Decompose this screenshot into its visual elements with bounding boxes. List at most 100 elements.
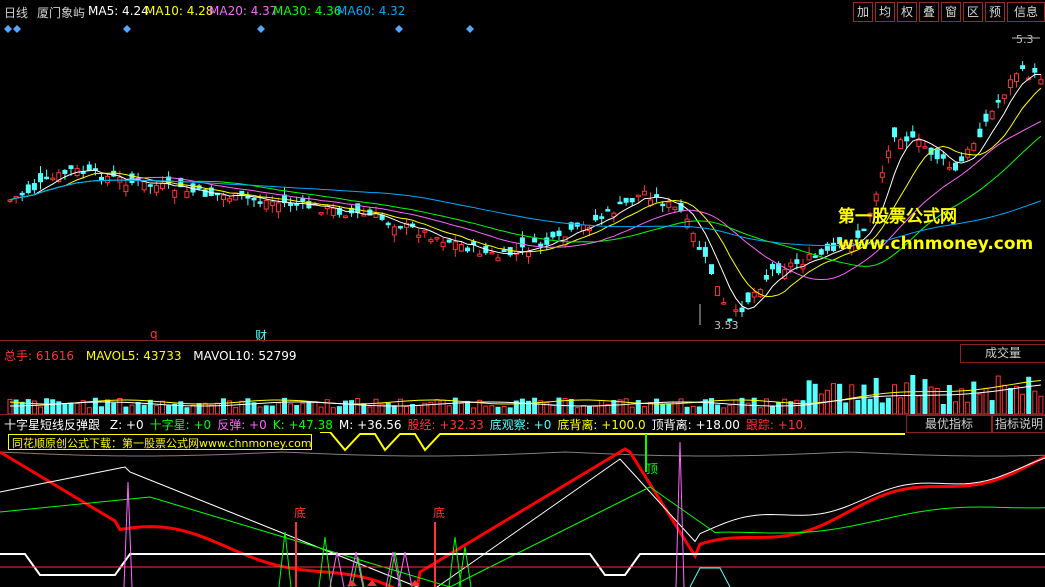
volume-bar <box>208 404 214 414</box>
volume-bar <box>678 398 684 414</box>
indicator-chart[interactable] <box>0 432 1045 587</box>
candle-body <box>391 226 397 236</box>
volume-bar <box>458 402 464 414</box>
candle-body <box>465 247 470 252</box>
signal-diamond-icon[interactable] <box>257 25 265 33</box>
signal-diamond-icon[interactable] <box>4 25 12 33</box>
candle-body <box>989 110 995 120</box>
green-spike <box>278 531 292 587</box>
toolbar-average-button[interactable]: 均 <box>875 2 895 22</box>
candle-body <box>623 197 629 203</box>
volume-bar <box>519 398 525 414</box>
volume-chart[interactable] <box>0 362 1045 414</box>
volume-bar <box>343 400 348 414</box>
volume-bar <box>416 404 422 414</box>
candle-body <box>910 131 916 138</box>
indicator-item-5: 股经: +32.33 <box>407 418 484 432</box>
signal-diamond-icon[interactable] <box>123 25 131 33</box>
candle-body <box>440 241 446 248</box>
watermark-url: www.chnmoney.com <box>838 234 1034 254</box>
candle-body <box>995 100 1001 103</box>
volume-bar <box>684 406 690 414</box>
volume-bar <box>239 400 245 414</box>
candle-body <box>666 201 672 208</box>
pane-divider <box>0 414 1045 415</box>
candle-body <box>831 242 836 251</box>
volume-bar <box>812 383 818 414</box>
volume-tab[interactable]: 成交量 <box>960 344 1045 363</box>
candle-body <box>227 198 233 202</box>
candle-body <box>397 225 403 229</box>
candle-body <box>86 164 92 171</box>
candle-body <box>221 194 226 201</box>
candle-body <box>812 255 818 259</box>
volume-bar <box>580 405 586 414</box>
ma5-line <box>9 73 1041 310</box>
signal-diamond-icon[interactable] <box>466 25 474 33</box>
indicator-item-4: M: +36.56 <box>338 418 402 432</box>
volume-bar <box>251 402 257 414</box>
indicator-item-2: 反弹: +0 <box>217 418 267 432</box>
candle-body <box>526 251 531 258</box>
volume-bar <box>123 406 129 414</box>
volume-bar <box>885 397 891 414</box>
volume-bar <box>989 400 995 414</box>
stock-name: 厦门象屿 <box>37 6 86 20</box>
volume-bar <box>794 399 800 414</box>
volume-bar <box>404 406 409 414</box>
volume-bar <box>135 402 141 414</box>
signal-diamond-icon[interactable] <box>395 25 403 33</box>
price-chart[interactable] <box>0 22 1045 340</box>
volume-bar <box>1007 388 1013 414</box>
volume-bar <box>62 403 68 414</box>
candle-body <box>977 128 983 138</box>
period-label[interactable]: 日线 <box>4 4 28 21</box>
candle-body <box>593 214 599 221</box>
candle-body <box>770 263 775 270</box>
volume-bar <box>739 397 745 414</box>
toolbar-window-button[interactable]: 窗 <box>941 2 961 22</box>
high-price-label: 5.3 <box>1016 33 1034 46</box>
green-curve <box>0 486 1045 587</box>
volume-bar <box>946 384 952 414</box>
ma30-value: MA30: 4.36 <box>273 4 342 18</box>
candle-body <box>50 177 56 181</box>
toolbar-add-button[interactable]: 加 <box>853 2 873 22</box>
toolbar-rights-button[interactable]: 权 <box>897 2 917 22</box>
volume-bar <box>898 397 904 414</box>
candle-body <box>263 200 269 210</box>
toolbar-overlay-button[interactable]: 叠 <box>919 2 939 22</box>
candle-body <box>385 222 391 226</box>
candle-body <box>68 165 74 170</box>
volume-bar <box>1026 376 1032 414</box>
event-marker-finance[interactable]: 财 <box>255 327 267 344</box>
toolbar-info-button[interactable]: 信息 <box>1007 2 1045 22</box>
candle-body <box>471 241 477 246</box>
candle-body <box>556 230 562 237</box>
best-indicator-tab[interactable]: 最优指标 <box>906 415 992 433</box>
volume-bar <box>19 401 25 414</box>
volume-bar <box>214 402 220 414</box>
candle-body <box>31 183 37 191</box>
event-marker-q[interactable]: q <box>150 327 158 341</box>
volume-bar <box>355 397 361 414</box>
indicator-name[interactable]: 十字星短线反弹跟 <box>4 418 100 432</box>
volume-bar <box>568 399 574 414</box>
candle-body <box>428 239 434 243</box>
cyan-box <box>689 567 731 587</box>
volume-bar <box>446 405 452 414</box>
volume-bar <box>196 403 202 414</box>
toolbar-forecast-button[interactable]: 预 <box>985 2 1005 22</box>
toolbar-range-button[interactable]: 区 <box>963 2 983 22</box>
volume-bar <box>312 401 318 414</box>
signal-diamond-icon[interactable] <box>13 25 21 33</box>
indicator-explain-tab[interactable]: 指标说明 <box>992 415 1045 433</box>
pane-divider <box>0 340 1045 341</box>
candle-body <box>904 136 910 142</box>
candle-body <box>739 307 745 313</box>
candle-body <box>696 246 702 250</box>
volume-bar <box>300 402 306 414</box>
candle-body <box>983 113 989 122</box>
candle-body <box>617 201 623 205</box>
candle-body <box>495 257 501 262</box>
